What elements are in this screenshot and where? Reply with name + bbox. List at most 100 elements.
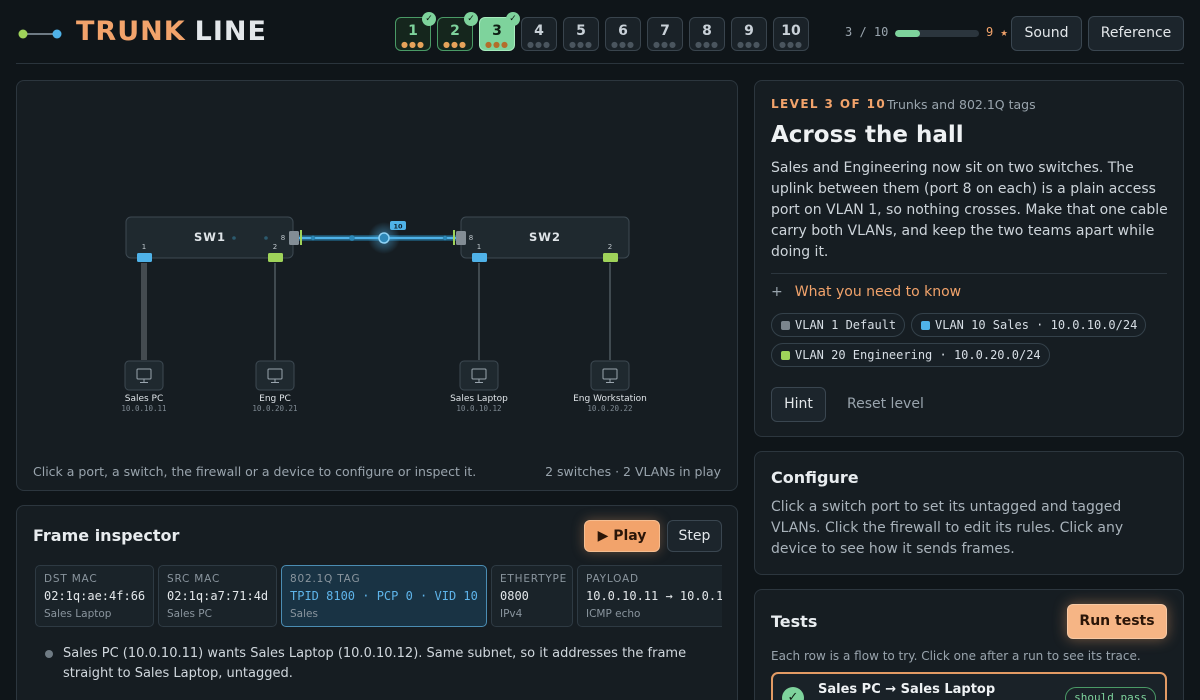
field-8021q-tag[interactable]: 802.1Q TAG TPID 8100 · PCP 0 · VID 10 Sa… xyxy=(281,565,487,627)
progress-count: 3 / 10 xyxy=(845,25,889,39)
level-button-10[interactable]: 10 ●●● xyxy=(773,17,809,51)
level-title: Across the hall xyxy=(771,122,964,148)
trunk-end-marker xyxy=(300,230,302,245)
level-stars: ●●● xyxy=(485,40,509,49)
level-number-label: 5 xyxy=(576,23,586,39)
stars-total: 9 ★ xyxy=(986,25,1008,39)
vlan-chip-text: VLAN 10 Sales · 10.0.10.0/24 xyxy=(935,318,1138,332)
level-stars: ●●● xyxy=(737,40,761,49)
level-stars: ●●● xyxy=(779,40,803,49)
sw2-port-2[interactable] xyxy=(603,253,618,262)
play-button[interactable]: ▶ Play xyxy=(584,520,660,552)
sw1-port-8[interactable] xyxy=(289,231,299,245)
device-ip: 10.0.20.22 xyxy=(587,404,632,413)
level-number: LEVEL 3 OF 10 xyxy=(771,97,887,111)
level-button-2[interactable]: 2 ●●● ✓ xyxy=(437,12,478,51)
level-button-9[interactable]: 9 ●●● xyxy=(731,17,767,51)
sound-button[interactable]: Sound xyxy=(1011,16,1082,51)
field-label: ETHERTYPE xyxy=(500,573,568,585)
field-dst-mac[interactable]: DST MAC 02:1q:ae:4f:66 Sales Laptop xyxy=(35,565,154,627)
sw1-port-1[interactable] xyxy=(137,253,152,262)
level-button-3[interactable]: 3 ●●● ✓ xyxy=(479,12,520,51)
step-button[interactable]: Step xyxy=(667,520,722,552)
field-ethertype[interactable]: ETHERTYPE 0800 IPv4 xyxy=(491,565,573,627)
progress-bar-fill xyxy=(895,30,921,37)
level-number-label: 7 xyxy=(660,23,670,39)
field-value: 0800 xyxy=(500,589,529,603)
field-value: 10.0.10.11 → 10.0.10.12 xyxy=(586,589,722,603)
device-name: Eng PC xyxy=(259,394,291,404)
what-you-need-to-know-toggle[interactable]: + What you need to know xyxy=(771,284,961,300)
field-label: SRC MAC xyxy=(167,573,221,585)
level-topic: Trunks and 802.1Q tags xyxy=(887,97,1036,112)
device-name: Eng Workstation xyxy=(573,394,647,404)
level-button-5[interactable]: 5 ●●● xyxy=(563,17,599,51)
level-stars: ●●● xyxy=(653,40,677,49)
level-stars: ●●● xyxy=(695,40,719,49)
vlan-color-swatch xyxy=(781,351,790,360)
tests-panel: Tests Run tests Each row is a flow to tr… xyxy=(754,589,1184,700)
device-ip: 10.0.10.12 xyxy=(456,404,501,413)
level-button-7[interactable]: 7 ●●● xyxy=(647,17,683,51)
completed-check-icon: ✓ xyxy=(422,12,436,26)
trunk-dot xyxy=(349,235,355,241)
logo-word-line: LINE xyxy=(194,16,267,47)
logo-word-trunk: TRUNK xyxy=(76,16,186,47)
vlan-chip-text: VLAN 1 Default xyxy=(795,318,897,332)
device-sales-pc[interactable]: Sales PC10.0.10.11 xyxy=(121,360,167,413)
expectation-badge: should pass xyxy=(1065,687,1156,700)
level-button-6[interactable]: 6 ●●● xyxy=(605,17,641,51)
device-eng-pc[interactable]: Eng PC10.0.20.21 xyxy=(252,360,298,413)
check-icon: ✓ xyxy=(782,687,804,700)
log-bullet-icon xyxy=(45,650,53,658)
device-eng-workstation[interactable]: Eng Workstation10.0.20.22 xyxy=(573,360,647,413)
run-tests-button[interactable]: Run tests xyxy=(1067,604,1167,639)
field-src-mac[interactable]: SRC MAC 02:1q:a7:71:4d Sales PC xyxy=(158,565,277,627)
switch-sw2[interactable]: SW2 8 1 2 xyxy=(460,216,630,259)
level-stars: ●●● xyxy=(401,40,425,49)
switch-sw1[interactable]: SW1 1 2 8 xyxy=(125,216,294,259)
frame-inspector-title: Frame inspector xyxy=(33,526,180,545)
network-topology: SW1 1 2 8 SW2 8 1 2 10 Sales PC10.0.10.1… xyxy=(121,216,647,413)
field-sub: Sales xyxy=(290,608,318,620)
divider xyxy=(771,273,1167,274)
field-label: 802.1Q TAG xyxy=(290,573,361,585)
configure-panel: Configure Click a switch port to set its… xyxy=(754,451,1184,575)
frame-packet[interactable] xyxy=(378,232,390,244)
level-stars: ●●● xyxy=(569,40,593,49)
level-number-label: 3 xyxy=(492,23,502,39)
sw2-port-1[interactable] xyxy=(472,253,487,262)
level-number-label: 8 xyxy=(702,23,712,39)
field-sub: ICMP echo xyxy=(586,608,641,620)
trunk-dot xyxy=(442,235,448,241)
vlan-tag-badge-text: 10 xyxy=(393,223,403,231)
hint-button[interactable]: Hint xyxy=(771,387,826,422)
field-payload[interactable]: PAYLOAD 10.0.10.11 → 10.0.10.12 ICMP ech… xyxy=(577,565,722,627)
level-button-8[interactable]: 8 ●●● xyxy=(689,17,725,51)
level-number-label: 6 xyxy=(618,23,628,39)
test-row[interactable]: ✓ Sales PC → Sales Laptop should pass xyxy=(771,672,1167,700)
network-canvas-panel: SW1 1 2 8 SW2 8 1 2 10 Sales PC 10.0.10.… xyxy=(16,80,738,491)
field-sub: IPv4 xyxy=(500,608,523,620)
reference-button[interactable]: Reference xyxy=(1088,16,1184,51)
level-button-4[interactable]: 4 ●●● xyxy=(521,17,557,51)
field-sub: Sales PC xyxy=(167,608,212,620)
level-number-label: 10 xyxy=(781,23,801,39)
reset-level-button[interactable]: Reset level xyxy=(847,396,924,412)
device-ip: 10.0.10.11 xyxy=(121,404,166,413)
device-sales-laptop[interactable]: Sales Laptop10.0.10.12 xyxy=(450,360,508,413)
switch-sw2-label: SW2 xyxy=(529,230,561,244)
trunk-dot xyxy=(310,235,316,241)
completed-check-icon: ✓ xyxy=(464,12,478,26)
know-label: What you need to know xyxy=(794,284,962,300)
sw1-port-2[interactable] xyxy=(268,253,283,262)
app-logo: TRUNK LINE xyxy=(76,16,267,47)
level-stars: ●●● xyxy=(611,40,635,49)
logo-trunk-icon xyxy=(18,29,62,39)
vlan-chip-engineering: VLAN 20 Engineering · 10.0.20.0/24 xyxy=(771,343,1050,367)
sw2-port-8[interactable] xyxy=(456,231,466,245)
level-button-1[interactable]: 1 ●●● ✓ xyxy=(395,12,436,51)
expand-plus-icon: + xyxy=(771,284,783,300)
canvas-summary: 2 switches · 2 VLANs in play xyxy=(545,464,721,479)
tests-help-text: Each row is a flow to try. Click one aft… xyxy=(771,649,1141,663)
